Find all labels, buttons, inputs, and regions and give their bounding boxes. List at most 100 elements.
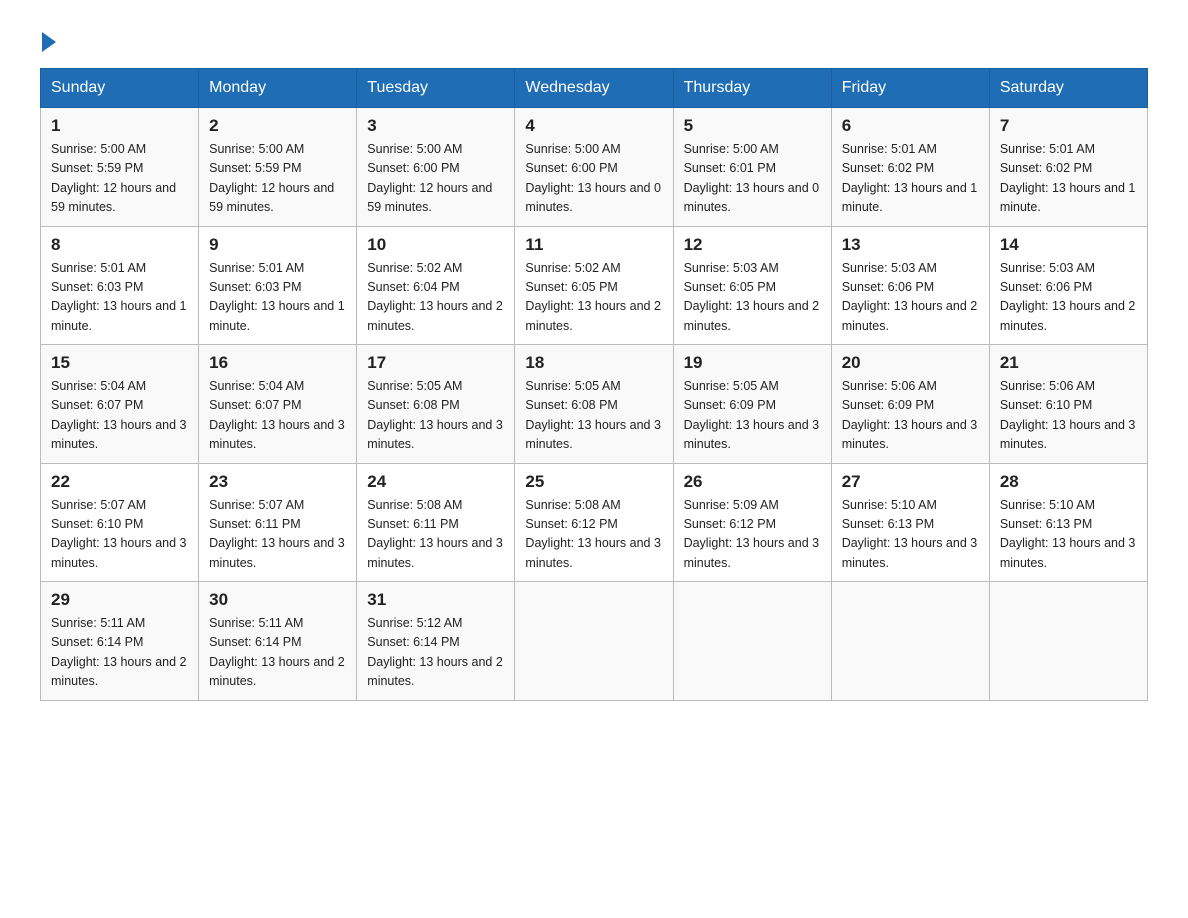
day-info: Sunrise: 5:10 AMSunset: 6:13 PMDaylight:… (842, 496, 979, 574)
day-info: Sunrise: 5:08 AMSunset: 6:12 PMDaylight:… (525, 496, 662, 574)
table-row (515, 582, 673, 701)
day-info: Sunrise: 5:02 AMSunset: 6:04 PMDaylight:… (367, 259, 504, 337)
day-info: Sunrise: 5:00 AMSunset: 6:00 PMDaylight:… (367, 140, 504, 218)
calendar-body: 1 Sunrise: 5:00 AMSunset: 5:59 PMDaylight… (41, 108, 1148, 701)
day-info: Sunrise: 5:03 AMSunset: 6:06 PMDaylight:… (842, 259, 979, 337)
day-number: 16 (209, 353, 346, 373)
week-row-1: 1 Sunrise: 5:00 AMSunset: 5:59 PMDaylight… (41, 108, 1148, 227)
day-number: 15 (51, 353, 188, 373)
day-info: Sunrise: 5:11 AMSunset: 6:14 PMDaylight:… (209, 614, 346, 692)
table-row: 21Sunrise: 5:06 AMSunset: 6:10 PMDayligh… (989, 345, 1147, 464)
day-number: 20 (842, 353, 979, 373)
logo-triangle-icon (42, 32, 56, 52)
day-number: 31 (367, 590, 504, 610)
day-number: 29 (51, 590, 188, 610)
header-saturday: Saturday (989, 69, 1147, 108)
table-row: 16 Sunrise: 5:04 AMSunset: 6:07 PMDayligh… (199, 345, 357, 464)
day-info: Sunrise: 5:03 AMSunset: 6:06 PMDaylight:… (1000, 259, 1137, 337)
week-row-4: 22 Sunrise: 5:07 AMSunset: 6:10 PMDayligh… (41, 463, 1148, 582)
day-number: 6 (842, 116, 979, 136)
day-number: 10 (367, 235, 504, 255)
calendar-header: SundayMondayTuesdayWednesdayThursdayFrid… (41, 69, 1148, 108)
table-row: 1 Sunrise: 5:00 AMSunset: 5:59 PMDaylight… (41, 108, 199, 227)
header-tuesday: Tuesday (357, 69, 515, 108)
day-info: Sunrise: 5:04 AMSunset: 6:07 PMDaylight:… (209, 377, 346, 455)
page-header (40, 30, 1148, 48)
day-number: 18 (525, 353, 662, 373)
table-row: 11Sunrise: 5:02 AMSunset: 6:05 PMDayligh… (515, 226, 673, 345)
table-row (989, 582, 1147, 701)
day-number: 28 (1000, 472, 1137, 492)
table-row: 6Sunrise: 5:01 AMSunset: 6:02 PMDaylight… (831, 108, 989, 227)
day-info: Sunrise: 5:01 AMSunset: 6:03 PMDaylight:… (51, 259, 188, 337)
day-number: 9 (209, 235, 346, 255)
day-number: 1 (51, 116, 188, 136)
table-row: 22 Sunrise: 5:07 AMSunset: 6:10 PMDayligh… (41, 463, 199, 582)
table-row: 13 Sunrise: 5:03 AMSunset: 6:06 PMDayligh… (831, 226, 989, 345)
table-row: 10 Sunrise: 5:02 AMSunset: 6:04 PMDayligh… (357, 226, 515, 345)
table-row: 2 Sunrise: 5:00 AMSunset: 5:59 PMDaylight… (199, 108, 357, 227)
table-row: 25 Sunrise: 5:08 AMSunset: 6:12 PMDayligh… (515, 463, 673, 582)
day-number: 3 (367, 116, 504, 136)
calendar-table: SundayMondayTuesdayWednesdayThursdayFrid… (40, 68, 1148, 701)
table-row: 29Sunrise: 5:11 AMSunset: 6:14 PMDayligh… (41, 582, 199, 701)
header-sunday: Sunday (41, 69, 199, 108)
table-row: 7 Sunrise: 5:01 AMSunset: 6:02 PMDaylight… (989, 108, 1147, 227)
week-row-2: 8 Sunrise: 5:01 AMSunset: 6:03 PMDaylight… (41, 226, 1148, 345)
logo (40, 30, 56, 48)
table-row: 24 Sunrise: 5:08 AMSunset: 6:11 PMDayligh… (357, 463, 515, 582)
day-info: Sunrise: 5:12 AMSunset: 6:14 PMDaylight:… (367, 614, 504, 692)
day-number: 13 (842, 235, 979, 255)
day-number: 24 (367, 472, 504, 492)
day-number: 4 (525, 116, 662, 136)
day-info: Sunrise: 5:04 AMSunset: 6:07 PMDaylight:… (51, 377, 188, 455)
day-info: Sunrise: 5:00 AMSunset: 6:01 PMDaylight:… (684, 140, 821, 218)
table-row: 9 Sunrise: 5:01 AMSunset: 6:03 PMDaylight… (199, 226, 357, 345)
table-row: 28 Sunrise: 5:10 AMSunset: 6:13 PMDayligh… (989, 463, 1147, 582)
day-number: 17 (367, 353, 504, 373)
day-info: Sunrise: 5:01 AMSunset: 6:03 PMDaylight:… (209, 259, 346, 337)
table-row: 8 Sunrise: 5:01 AMSunset: 6:03 PMDaylight… (41, 226, 199, 345)
day-info: Sunrise: 5:01 AMSunset: 6:02 PMDaylight:… (1000, 140, 1137, 218)
day-info: Sunrise: 5:06 AMSunset: 6:09 PMDaylight:… (842, 377, 979, 455)
day-number: 25 (525, 472, 662, 492)
day-info: Sunrise: 5:00 AMSunset: 5:59 PMDaylight:… (209, 140, 346, 218)
table-row: 30Sunrise: 5:11 AMSunset: 6:14 PMDayligh… (199, 582, 357, 701)
table-row (831, 582, 989, 701)
day-info: Sunrise: 5:05 AMSunset: 6:08 PMDaylight:… (367, 377, 504, 455)
table-row: 20 Sunrise: 5:06 AMSunset: 6:09 PMDayligh… (831, 345, 989, 464)
day-number: 7 (1000, 116, 1137, 136)
table-row: 19 Sunrise: 5:05 AMSunset: 6:09 PMDayligh… (673, 345, 831, 464)
day-number: 5 (684, 116, 821, 136)
table-row: 14 Sunrise: 5:03 AMSunset: 6:06 PMDayligh… (989, 226, 1147, 345)
day-number: 8 (51, 235, 188, 255)
day-number: 27 (842, 472, 979, 492)
header-monday: Monday (199, 69, 357, 108)
day-number: 19 (684, 353, 821, 373)
day-number: 14 (1000, 235, 1137, 255)
table-row: 12Sunrise: 5:03 AMSunset: 6:05 PMDayligh… (673, 226, 831, 345)
table-row: 18Sunrise: 5:05 AMSunset: 6:08 PMDayligh… (515, 345, 673, 464)
day-info: Sunrise: 5:08 AMSunset: 6:11 PMDaylight:… (367, 496, 504, 574)
header-wednesday: Wednesday (515, 69, 673, 108)
day-info: Sunrise: 5:02 AMSunset: 6:05 PMDaylight:… (525, 259, 662, 337)
table-row: 27 Sunrise: 5:10 AMSunset: 6:13 PMDayligh… (831, 463, 989, 582)
day-info: Sunrise: 5:05 AMSunset: 6:09 PMDaylight:… (684, 377, 821, 455)
day-info: Sunrise: 5:10 AMSunset: 6:13 PMDaylight:… (1000, 496, 1137, 574)
day-number: 26 (684, 472, 821, 492)
day-info: Sunrise: 5:07 AMSunset: 6:11 PMDaylight:… (209, 496, 346, 574)
day-number: 22 (51, 472, 188, 492)
header-friday: Friday (831, 69, 989, 108)
day-number: 2 (209, 116, 346, 136)
table-row: 3 Sunrise: 5:00 AMSunset: 6:00 PMDaylight… (357, 108, 515, 227)
table-row: 31 Sunrise: 5:12 AMSunset: 6:14 PMDayligh… (357, 582, 515, 701)
day-number: 23 (209, 472, 346, 492)
day-info: Sunrise: 5:00 AMSunset: 5:59 PMDaylight:… (51, 140, 188, 218)
day-info: Sunrise: 5:03 AMSunset: 6:05 PMDaylight:… (684, 259, 821, 337)
table-row (673, 582, 831, 701)
day-info: Sunrise: 5:07 AMSunset: 6:10 PMDaylight:… (51, 496, 188, 574)
week-row-5: 29 Sunrise: 5:11 AMSunset: 6:14 PMDayligh… (41, 582, 1148, 701)
table-row: 26Sunrise: 5:09 AMSunset: 6:12 PMDayligh… (673, 463, 831, 582)
day-info: Sunrise: 5:00 AMSunset: 6:00 PMDaylight:… (525, 140, 662, 218)
header-row: SundayMondayTuesdayWednesdayThursdayFrid… (41, 69, 1148, 108)
